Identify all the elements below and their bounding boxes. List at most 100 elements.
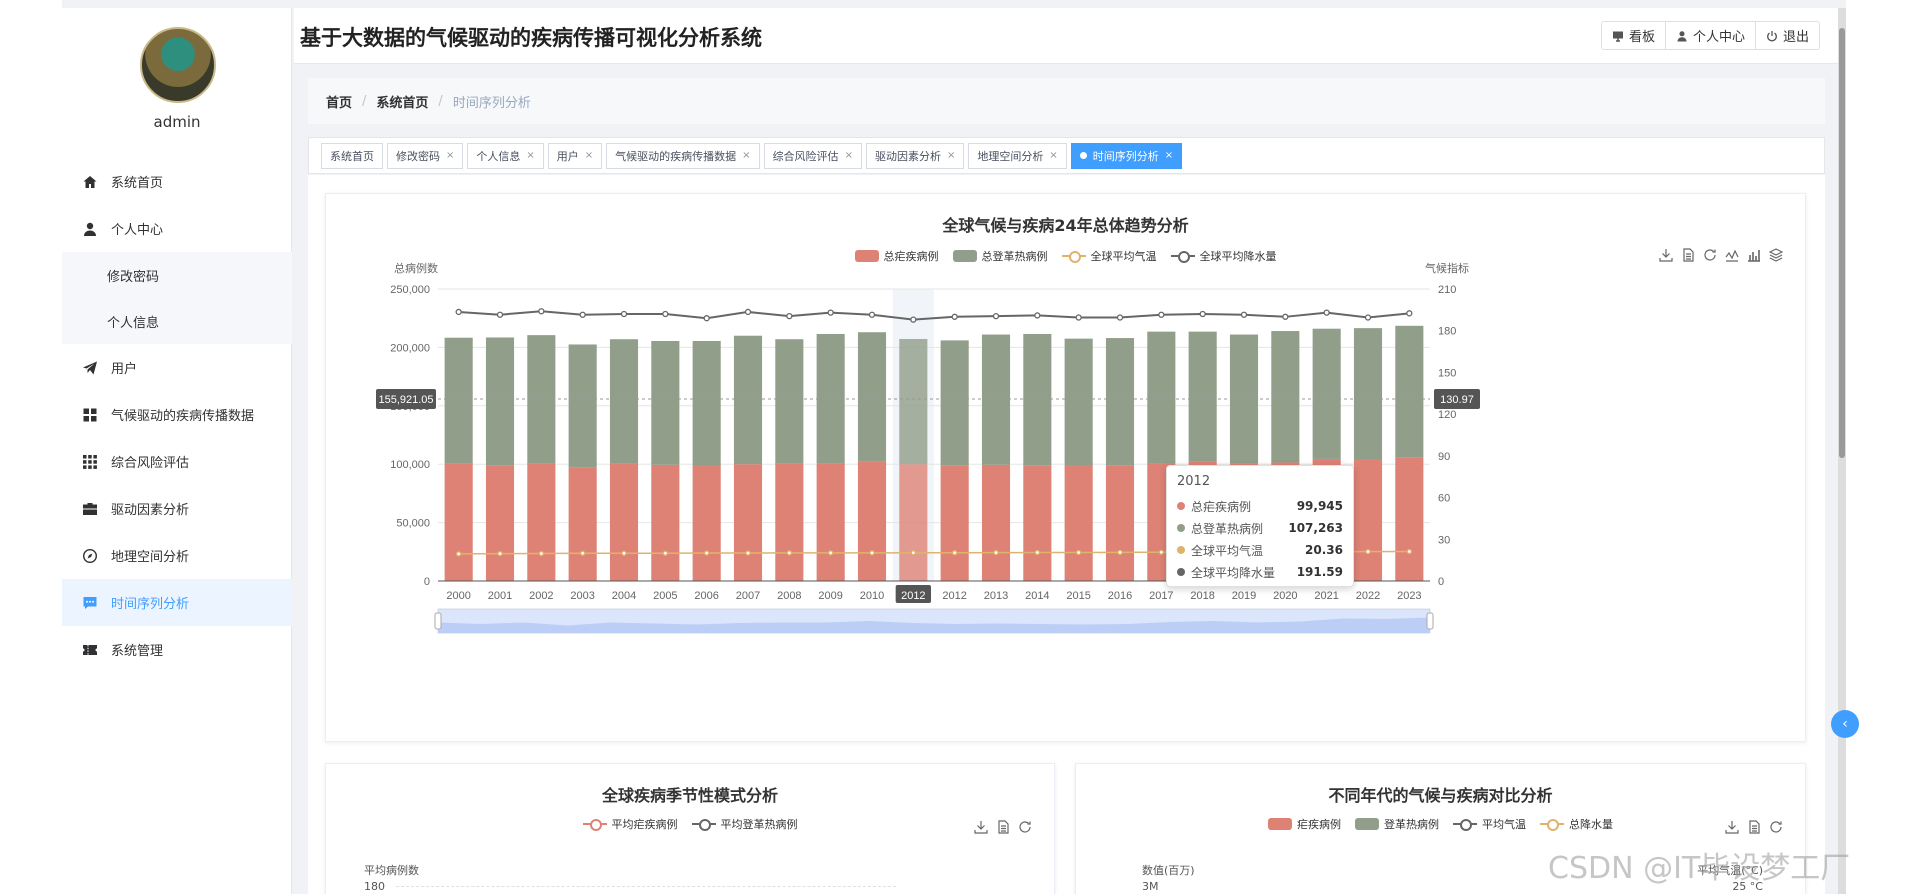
data-point[interactable] xyxy=(703,315,710,322)
sidebar-item-8[interactable]: 地理空间分析 xyxy=(62,532,292,579)
legend-item[interactable]: 疟疾病例 xyxy=(1268,816,1341,832)
close-icon[interactable]: × xyxy=(1049,150,1057,161)
data-point[interactable] xyxy=(828,550,834,556)
data-point[interactable] xyxy=(1158,549,1164,555)
tag-1[interactable]: 修改密码 × xyxy=(387,142,464,169)
data-point[interactable] xyxy=(456,551,462,557)
data-point[interactable] xyxy=(952,550,958,556)
bar-malaria[interactable] xyxy=(1064,465,1093,581)
download-icon[interactable] xyxy=(974,820,988,834)
data-point[interactable] xyxy=(827,309,834,316)
legend-item[interactable]: 登革热病例 xyxy=(1355,816,1439,832)
sidebar-item-4[interactable]: 用户 xyxy=(62,344,292,391)
bar-dengue[interactable] xyxy=(775,339,804,464)
data-point[interactable] xyxy=(786,312,793,320)
bar-malaria[interactable] xyxy=(981,464,1011,581)
sidebar-item-10[interactable]: 系统管理 xyxy=(62,626,292,673)
tag-3[interactable]: 用户 × xyxy=(547,142,603,169)
bar-malaria[interactable] xyxy=(857,461,887,581)
legend-item[interactable]: 平均气温 xyxy=(1453,816,1526,832)
bar-dengue[interactable] xyxy=(857,332,887,462)
tag-6[interactable]: 驱动因素分析 × xyxy=(865,142,965,169)
bar-dengue[interactable] xyxy=(444,337,473,464)
bar-malaria[interactable] xyxy=(485,465,515,581)
data-point[interactable] xyxy=(868,311,876,318)
data-zoom-handle-left[interactable] xyxy=(434,612,442,630)
data-point[interactable] xyxy=(1076,549,1082,556)
bar-malaria[interactable] xyxy=(1353,459,1383,581)
tag-0[interactable]: 系统首页 xyxy=(321,142,383,169)
data-point[interactable] xyxy=(662,310,669,318)
bar-malaria[interactable] xyxy=(651,464,680,581)
bar-dengue[interactable] xyxy=(940,340,969,466)
data-view-icon[interactable] xyxy=(996,820,1010,834)
data-zoom-handle-right[interactable] xyxy=(1426,612,1434,630)
bar-malaria[interactable] xyxy=(733,464,763,581)
bar-malaria[interactable] xyxy=(444,463,473,581)
bar-dengue[interactable] xyxy=(1188,331,1217,462)
data-point[interactable] xyxy=(1282,313,1289,320)
bar-dengue[interactable] xyxy=(899,338,928,465)
bar-malaria[interactable] xyxy=(609,463,639,581)
legend-item[interactable]: 总降水量 xyxy=(1540,816,1613,832)
data-point[interactable] xyxy=(869,550,875,556)
data-point[interactable] xyxy=(580,550,586,556)
bar-malaria[interactable] xyxy=(568,467,597,581)
data-point[interactable] xyxy=(1323,309,1330,316)
download-icon[interactable] xyxy=(1725,820,1739,834)
data-point[interactable] xyxy=(538,308,545,315)
data-point[interactable] xyxy=(1406,310,1413,317)
bar-malaria[interactable] xyxy=(899,464,928,581)
breadcrumb-item-dashboard[interactable]: 系统首页 xyxy=(376,92,428,111)
legend-item[interactable]: 平均登革热病例 xyxy=(691,816,798,832)
data-point[interactable] xyxy=(496,311,504,318)
header-button-2[interactable]: 退出 xyxy=(1754,22,1819,49)
data-point[interactable] xyxy=(745,550,751,556)
bar-malaria[interactable] xyxy=(527,463,556,581)
data-point[interactable] xyxy=(1199,310,1206,318)
data-point[interactable] xyxy=(455,308,462,316)
tag-2[interactable]: 个人信息 × xyxy=(467,142,544,169)
data-point[interactable] xyxy=(538,550,544,557)
refresh-icon[interactable] xyxy=(1769,820,1783,834)
data-point[interactable] xyxy=(497,550,503,557)
bar-dengue[interactable] xyxy=(692,340,721,466)
data-point[interactable] xyxy=(1034,312,1041,319)
close-icon[interactable]: × xyxy=(845,150,853,161)
bar-malaria[interactable] xyxy=(816,463,845,581)
tag-5[interactable]: 综合风险评估 × xyxy=(763,142,862,169)
header-button-0[interactable]: 看板 xyxy=(1601,22,1665,49)
bar-malaria[interactable] xyxy=(1105,465,1135,581)
side-panel-toggle[interactable]: ‹ xyxy=(1831,710,1859,738)
bar-dengue[interactable] xyxy=(981,334,1011,465)
bar-malaria[interactable] xyxy=(1023,465,1052,581)
trend-chart[interactable]: 050,000100,000150,000200,000250,00003060… xyxy=(326,194,1807,743)
data-point[interactable] xyxy=(1034,549,1040,556)
header-button-1[interactable]: 个人中心 xyxy=(1664,22,1755,49)
bar-dengue[interactable] xyxy=(609,339,639,464)
data-point[interactable] xyxy=(993,549,999,556)
data-point[interactable] xyxy=(910,550,916,556)
bar-dengue[interactable] xyxy=(1105,338,1135,466)
close-icon[interactable]: × xyxy=(585,150,593,161)
bar-dengue[interactable] xyxy=(485,337,515,466)
data-point[interactable] xyxy=(1116,314,1124,321)
data-point[interactable] xyxy=(662,550,668,556)
scrollbar-thumb[interactable] xyxy=(1839,28,1845,458)
close-icon[interactable]: × xyxy=(742,150,750,161)
data-point[interactable] xyxy=(992,312,1000,320)
data-point[interactable] xyxy=(910,316,917,323)
bar-malaria[interactable] xyxy=(775,463,804,581)
data-point[interactable] xyxy=(1364,314,1372,321)
bar-dengue[interactable] xyxy=(1353,328,1383,460)
data-point[interactable] xyxy=(786,550,792,556)
bar-dengue[interactable] xyxy=(1312,328,1341,459)
sidebar-item-5[interactable]: 气候驱动的疾病传播数据 xyxy=(62,391,292,438)
bar-dengue[interactable] xyxy=(733,335,763,465)
close-icon[interactable]: × xyxy=(1165,150,1173,161)
sidebar-item-6[interactable]: 综合风险评估 xyxy=(62,438,292,485)
data-point[interactable] xyxy=(620,310,628,318)
data-point[interactable] xyxy=(1075,314,1082,321)
breadcrumb-item-home[interactable]: 首页 xyxy=(326,92,352,111)
data-point[interactable] xyxy=(1406,548,1412,555)
